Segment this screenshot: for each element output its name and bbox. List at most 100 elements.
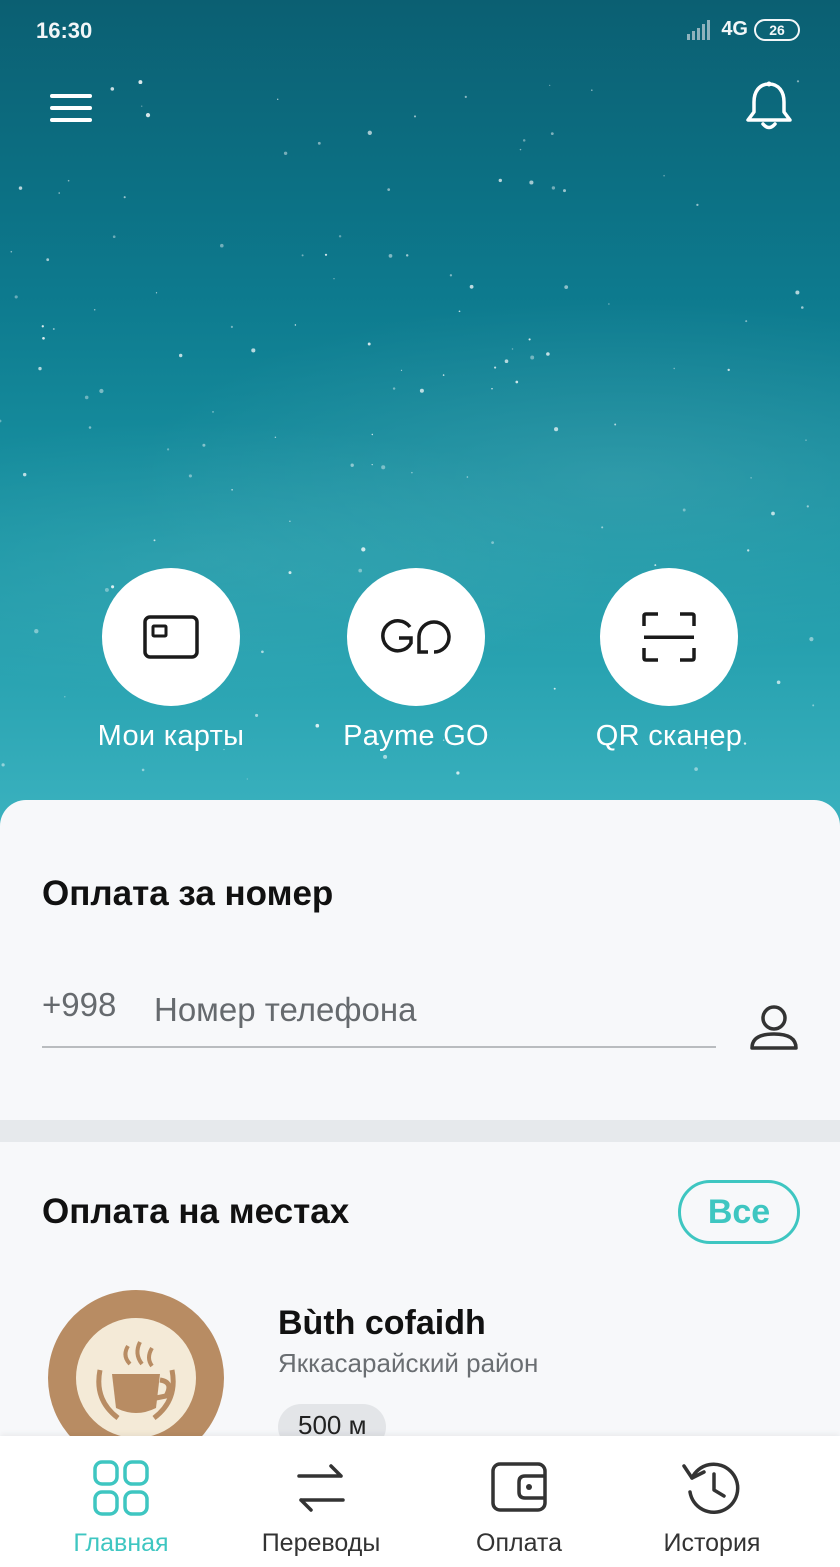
star-dot: [400, 369, 403, 371]
star-dot: [413, 115, 417, 118]
nav-history[interactable]: История: [622, 1456, 802, 1558]
nav-home-label: Главная: [73, 1529, 169, 1557]
star-dot: [155, 292, 158, 294]
status-time: 16:30: [36, 18, 93, 43]
star-dot: [371, 433, 374, 436]
star-dot: [283, 151, 288, 155]
star-dot: [381, 465, 386, 470]
payme-go-button[interactable]: Payme GO: [306, 568, 526, 753]
contacts-button[interactable]: [748, 1002, 800, 1054]
qr-scanner-button[interactable]: QR сканер: [559, 568, 779, 753]
qr-scanner-circle: [600, 568, 738, 706]
star-dot: [682, 508, 686, 512]
star-dot: [99, 388, 104, 394]
notifications-button[interactable]: [744, 80, 794, 132]
place-name[interactable]: Bùth cofaidh: [278, 1304, 486, 1343]
star-dot: [294, 324, 297, 326]
star-dot: [491, 388, 493, 390]
star-dot: [491, 541, 494, 544]
star-dot: [22, 472, 27, 477]
star-dot: [464, 95, 467, 99]
star-dot: [301, 254, 304, 257]
star-dot: [806, 505, 809, 508]
star-dot: [494, 366, 497, 369]
star-dot: [140, 105, 143, 107]
star-dot: [442, 374, 445, 376]
section-divider: [0, 1120, 840, 1142]
star-dot: [469, 284, 474, 289]
nav-home[interactable]: Главная: [31, 1456, 211, 1558]
bell-icon: [746, 81, 792, 130]
star-dot: [449, 274, 453, 277]
history-clock-icon: [682, 1462, 740, 1514]
star-dot: [274, 436, 277, 439]
star-dot: [522, 139, 526, 142]
nav-transfers[interactable]: Переводы: [231, 1456, 411, 1558]
nav-payments[interactable]: Оплата: [429, 1456, 609, 1558]
payme-go-label: Payme GO: [343, 720, 489, 752]
qr-scanner-label: QR сканер: [595, 720, 743, 752]
phone-input[interactable]: [154, 980, 714, 1040]
my-cards-button[interactable]: Мои карты: [61, 568, 281, 753]
star-dot: [251, 348, 256, 353]
star-dot: [0, 419, 2, 423]
star-dot: [145, 113, 151, 118]
star-dot: [38, 366, 42, 371]
all-places-button[interactable]: Все: [678, 1180, 800, 1244]
star-dot: [42, 336, 45, 340]
star-dot: [801, 306, 804, 309]
star-dot: [361, 547, 366, 552]
star-dot: [511, 348, 514, 350]
star-dot: [750, 477, 752, 479]
star-dot: [387, 188, 391, 191]
star-dot: [333, 278, 335, 280]
star-dot: [324, 253, 328, 256]
star-dot: [673, 367, 675, 370]
star-dot: [14, 295, 18, 299]
star-dot: [528, 338, 531, 341]
star-dot: [405, 254, 409, 257]
star-dot: [67, 179, 70, 182]
phone-payment-card: Оплата за номер +998: [0, 800, 840, 1120]
star-dot: [41, 325, 44, 328]
star-dot: [805, 439, 807, 441]
star-dot: [654, 564, 657, 567]
payme-go-circle: [347, 568, 485, 706]
menu-button[interactable]: [48, 90, 94, 126]
star-dot: [771, 511, 775, 516]
star-dot: [188, 474, 192, 478]
star-dot: [563, 189, 566, 193]
star-dot: [212, 411, 214, 413]
quick-actions: Мои карты Payme GO QR сканер: [0, 568, 840, 768]
star-dot: [367, 342, 371, 346]
phone-payment-title: Оплата за номер: [42, 874, 334, 913]
star-dot: [727, 368, 730, 372]
star-dot: [52, 328, 55, 330]
star-dot: [745, 320, 748, 323]
star-dot: [696, 203, 699, 207]
status-bar: 16:30 4G 26: [0, 0, 840, 64]
nav-transfers-label: Переводы: [261, 1529, 381, 1557]
star-dot: [546, 352, 550, 356]
places-title: Оплата на местах: [42, 1192, 350, 1231]
star-dot: [167, 448, 170, 451]
go-logo-icon: [381, 619, 451, 654]
star-dot: [663, 174, 665, 177]
star-dot: [93, 308, 96, 311]
star-dot: [554, 427, 559, 432]
star-dot: [338, 235, 342, 238]
star-dot: [230, 325, 234, 329]
star-dot: [515, 380, 519, 384]
network-type: 4G: [721, 18, 748, 40]
star-dot: [458, 310, 461, 313]
place-district: Яккасарайский район: [278, 1348, 539, 1378]
star-dot: [220, 243, 224, 248]
grid-icon: [93, 1460, 149, 1516]
star-dot: [46, 258, 50, 262]
star-dot: [350, 463, 354, 467]
phone-field: +998: [42, 980, 716, 1048]
star-dot: [601, 526, 604, 529]
star-dot: [246, 778, 248, 780]
star-dot: [123, 196, 126, 199]
star-dot: [153, 539, 156, 542]
